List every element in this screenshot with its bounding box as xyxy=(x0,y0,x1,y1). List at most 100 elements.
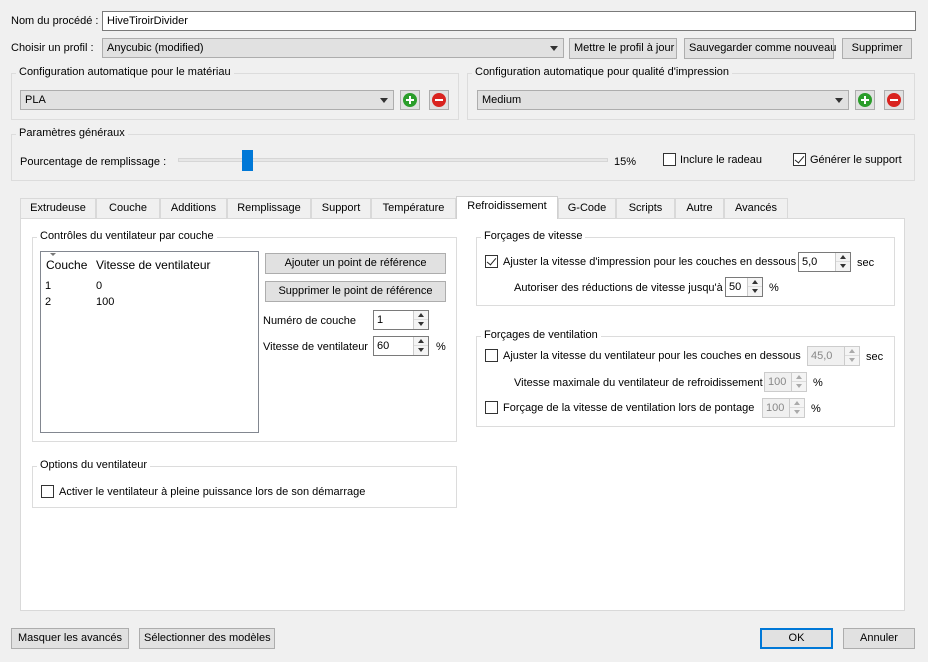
add-quality-button[interactable] xyxy=(855,90,875,110)
infill-slider-handle[interactable] xyxy=(242,150,253,171)
tab-extrudeuse[interactable]: Extrudeuse xyxy=(20,198,96,218)
fan-full-power-label: Activer le ventilateur à pleine puissanc… xyxy=(59,486,366,498)
tab-support[interactable]: Support xyxy=(311,198,371,218)
row-speed: 100 xyxy=(96,296,115,308)
adjust-fan-speed-unit: sec xyxy=(866,351,884,363)
cooling-tab-panel: Contrôles du ventilateur par couche Couc… xyxy=(20,218,905,611)
plus-circle-icon xyxy=(403,93,417,107)
fan-speed-label: Vitesse de ventilateur xyxy=(263,341,368,353)
support-checkbox[interactable] xyxy=(793,153,806,166)
allow-slowdown-unit: % xyxy=(769,282,779,294)
max-fan-speed-unit: % xyxy=(813,377,823,389)
speed-overrides-title: Forçages de vitesse xyxy=(481,230,586,243)
fan-layer-table[interactable]: Couche Vitesse de ventilateur 1 0 2 100 xyxy=(40,251,259,433)
tab-refroidissement[interactable]: Refroidissement xyxy=(456,196,558,219)
save-as-new-button[interactable]: Sauvegarder comme nouveau xyxy=(684,38,836,59)
ok-button[interactable]: OK xyxy=(760,628,833,649)
infill-slider[interactable] xyxy=(178,150,608,171)
profile-select-value: Anycubic (modified) xyxy=(107,42,204,54)
tab-scripts[interactable]: Scripts xyxy=(616,198,675,218)
tab-remplissage[interactable]: Remplissage xyxy=(227,198,311,218)
tab-avances[interactable]: Avancés xyxy=(724,198,788,218)
raft-checkbox[interactable] xyxy=(663,153,676,166)
spin-down-icon[interactable] xyxy=(414,346,428,355)
adjust-fan-speed-label: Ajuster la vitesse du ventilateur pour l… xyxy=(503,350,801,362)
bridge-fan-checkbox[interactable] xyxy=(485,401,498,414)
adjust-fan-speed-spinbox[interactable]: 45,0 xyxy=(807,346,860,366)
bridge-fan-spinbox[interactable]: 100 xyxy=(762,398,805,418)
profile-label: Choisir un profil : xyxy=(11,42,94,54)
bridge-fan-label: Forçage de la vitesse de ventilation lor… xyxy=(503,402,755,414)
fan-speed-unit: % xyxy=(436,341,446,353)
allow-slowdown-spinbox[interactable]: 50 xyxy=(725,277,763,297)
general-params-title: Paramètres généraux xyxy=(16,127,128,140)
profile-select[interactable]: Anycubic (modified) xyxy=(102,38,564,58)
remove-material-button[interactable] xyxy=(429,90,449,110)
spin-down-icon[interactable] xyxy=(414,320,428,329)
tab-autre[interactable]: Autre xyxy=(675,198,724,218)
spin-up-icon[interactable] xyxy=(414,311,428,320)
bridge-fan-unit: % xyxy=(811,403,821,415)
chevron-down-icon xyxy=(550,46,558,51)
spin-down-icon[interactable] xyxy=(792,382,806,391)
spin-up-icon[interactable] xyxy=(414,337,428,346)
process-name-input[interactable]: HiveTiroirDivider xyxy=(102,11,916,31)
adjust-fan-speed-checkbox[interactable] xyxy=(485,349,498,362)
spin-up-icon[interactable] xyxy=(748,278,762,287)
select-models-button[interactable]: Sélectionner des modèles xyxy=(139,628,275,649)
remove-reference-point-button[interactable]: Supprimer le point de référence xyxy=(265,281,446,302)
minus-circle-icon xyxy=(432,93,446,107)
spin-down-icon[interactable] xyxy=(845,356,859,365)
support-label: Générer le support xyxy=(810,154,902,166)
tab-couche[interactable]: Couche xyxy=(96,198,160,218)
allow-slowdown-label: Autoriser des réductions de vitesse jusq… xyxy=(514,282,723,294)
column-header-layer[interactable]: Couche xyxy=(46,258,87,272)
table-row[interactable]: 2 100 xyxy=(45,294,255,310)
minus-circle-icon xyxy=(887,93,901,107)
quality-config-title: Configuration automatique pour qualité d… xyxy=(472,66,733,79)
tab-gcode[interactable]: G-Code xyxy=(558,198,616,218)
plus-circle-icon xyxy=(858,93,872,107)
update-profile-button[interactable]: Mettre le profil à jour xyxy=(569,38,677,59)
max-fan-speed-label: Vitesse maximale du ventilateur de refro… xyxy=(514,377,763,389)
max-fan-speed-spinbox[interactable]: 100 xyxy=(764,372,807,392)
add-material-button[interactable] xyxy=(400,90,420,110)
layer-number-spinbox[interactable]: 1 xyxy=(373,310,429,330)
adjust-print-speed-unit: sec xyxy=(857,257,875,269)
spin-down-icon[interactable] xyxy=(836,262,850,271)
add-reference-point-button[interactable]: Ajouter un point de référence xyxy=(265,253,446,274)
material-select-value: PLA xyxy=(25,94,46,106)
tab-temperature[interactable]: Température xyxy=(371,198,456,218)
process-name-label: Nom du procédé : xyxy=(11,15,99,27)
table-row[interactable]: 1 0 xyxy=(45,278,255,294)
fan-controls-title: Contrôles du ventilateur par couche xyxy=(37,230,217,243)
spin-up-icon[interactable] xyxy=(792,373,806,382)
material-config-title: Configuration automatique pour le matéri… xyxy=(16,66,234,79)
material-select[interactable]: PLA xyxy=(20,90,394,110)
quality-select[interactable]: Medium xyxy=(477,90,849,110)
layer-number-label: Numéro de couche xyxy=(263,315,356,327)
spin-up-icon[interactable] xyxy=(790,399,804,408)
cancel-button[interactable]: Annuler xyxy=(843,628,915,649)
fan-speed-spinbox[interactable]: 60 xyxy=(373,336,429,356)
adjust-print-speed-checkbox[interactable] xyxy=(485,255,498,268)
max-fan-speed-value: 100 xyxy=(768,376,787,388)
infill-value: 15% xyxy=(614,156,637,168)
delete-profile-button[interactable]: Supprimer xyxy=(842,38,912,59)
raft-label: Inclure le radeau xyxy=(680,154,762,166)
spin-down-icon[interactable] xyxy=(790,408,804,417)
spin-up-icon[interactable] xyxy=(845,347,859,356)
fan-options-title: Options du ventilateur xyxy=(37,459,151,472)
fan-full-power-checkbox[interactable] xyxy=(41,485,54,498)
adjust-print-speed-spinbox[interactable]: 5,0 xyxy=(798,252,851,272)
tab-additions[interactable]: Additions xyxy=(160,198,227,218)
sort-indicator-icon xyxy=(50,253,56,256)
bridge-fan-value: 100 xyxy=(766,402,785,414)
hide-advanced-button[interactable]: Masquer les avancés xyxy=(11,628,129,649)
adjust-print-speed-value: 5,0 xyxy=(802,256,818,268)
spin-up-icon[interactable] xyxy=(836,253,850,262)
remove-quality-button[interactable] xyxy=(884,90,904,110)
column-header-speed[interactable]: Vitesse de ventilateur xyxy=(96,258,211,272)
spin-down-icon[interactable] xyxy=(748,287,762,296)
fan-overrides-title: Forçages de ventilation xyxy=(481,329,601,342)
